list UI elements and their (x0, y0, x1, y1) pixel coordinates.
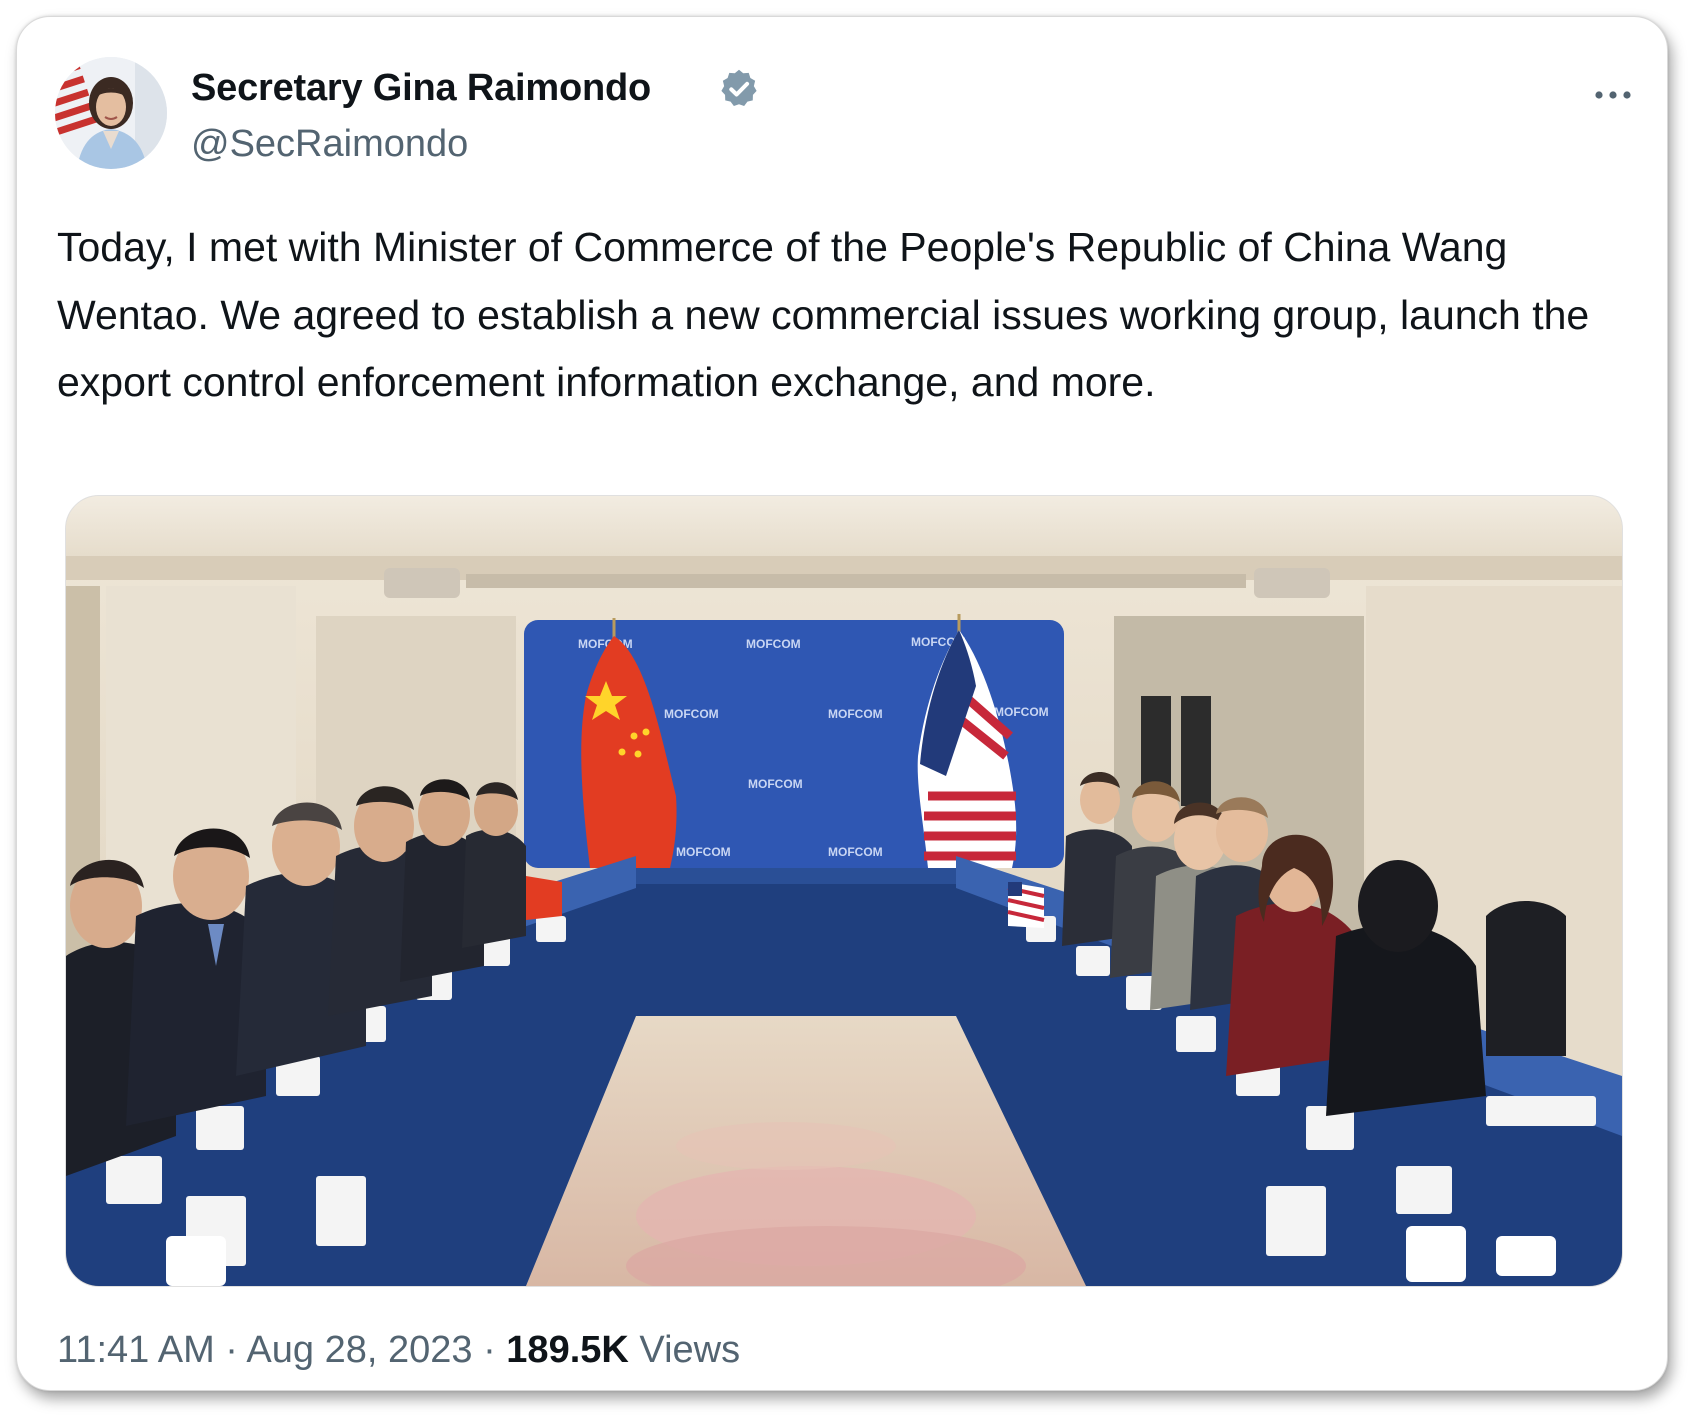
tweet-date[interactable]: Aug 28, 2023 (246, 1329, 472, 1371)
author-display-name[interactable]: Secretary Gina Raimondo (191, 67, 651, 110)
backdrop-label: MOFCOM (828, 707, 883, 721)
backdrop-label: MOFCOM (748, 777, 803, 791)
meta-separator: · (225, 1329, 238, 1371)
backdrop-label: MOFCOM (664, 707, 719, 721)
tweet-card[interactable]: Secretary Gina Raimondo @SecRaimondo Tod… (16, 16, 1668, 1391)
tweet-text: Today, I met with Minister of Commerce o… (57, 224, 1590, 405)
tweet-time[interactable]: 11:41 AM (57, 1329, 215, 1371)
more-options-icon[interactable] (1585, 75, 1641, 115)
profile-photo (55, 57, 167, 169)
backdrop-label: MOFCOM (746, 637, 801, 651)
backdrop-label: MOFCOM (676, 845, 731, 859)
tweet-photo[interactable]: MOFCOM MOFCOM MOFCOM MOFCOM MOFCOM MOFCO… (65, 495, 1623, 1287)
backdrop-label: MOFCOM (994, 705, 1049, 719)
author-handle[interactable]: @SecRaimondo (191, 123, 468, 166)
backdrop-label: MOFCOM (828, 845, 883, 859)
avatar[interactable] (55, 57, 167, 169)
meta-separator: · (483, 1329, 496, 1371)
meeting-photo: MOFCOM MOFCOM MOFCOM MOFCOM MOFCOM MOFCO… (66, 496, 1622, 1286)
verified-badge-icon (721, 69, 757, 107)
tweet-meta: 11:41 AM · Aug 28, 2023 · 189.5K Views (57, 1329, 740, 1372)
views-count: 189.5K (506, 1329, 629, 1371)
views-label: Views (639, 1329, 741, 1371)
